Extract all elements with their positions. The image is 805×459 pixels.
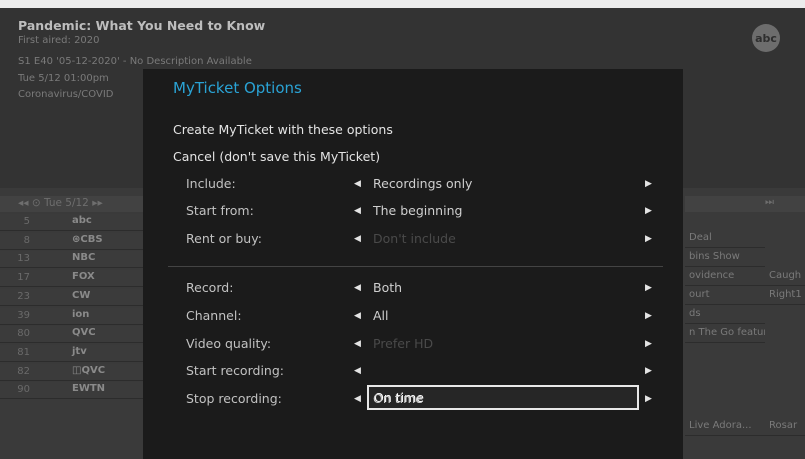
channel-number: 39 xyxy=(17,309,30,321)
channel-row[interactable]: 81 jtv xyxy=(0,344,145,362)
channel-logo: abc xyxy=(72,215,92,226)
guide-cell[interactable]: bins Show xyxy=(685,251,765,267)
arrow-right-icon[interactable]: ▶ xyxy=(645,394,652,404)
channel-logo: QVC xyxy=(72,327,96,339)
channel-logo: ion xyxy=(72,308,90,320)
program-airtime: Tue 5/12 01:00pm xyxy=(18,73,109,84)
channel-number: 23 xyxy=(17,290,30,302)
guide-cell[interactable]: Right1 xyxy=(765,289,805,305)
guide-cell[interactable]: n The Go featuring M xyxy=(685,327,765,343)
create-myticket-button[interactable]: Create MyTicket with these options xyxy=(173,122,393,137)
dialog-title: MyTicket Options xyxy=(173,79,302,97)
myticket-options-dialog: MyTicket Options Create MyTicket with th… xyxy=(143,69,683,459)
option-label: Stop recording: xyxy=(186,391,282,406)
program-title: Pandemic: What You Need to Know xyxy=(18,18,266,33)
option-label: Record: xyxy=(186,280,234,295)
guide-date: ◂◂ ⊙ Tue 5/12 ▸▸ xyxy=(18,197,103,209)
option-label: Start recording: xyxy=(186,363,284,378)
arrow-right-icon[interactable]: ▶ xyxy=(645,283,652,293)
arrow-left-icon[interactable]: ◀ xyxy=(354,206,361,216)
guide-cell[interactable]: ovidence xyxy=(685,270,765,286)
arrow-right-icon[interactable]: ▶ xyxy=(645,206,652,216)
program-first-aired: First aired: 2020 xyxy=(18,35,100,46)
option-value[interactable]: The beginning xyxy=(373,203,462,218)
guide-cell[interactable]: ourt xyxy=(685,289,765,305)
option-value[interactable]: On time xyxy=(373,391,423,406)
arrow-left-icon[interactable]: ◀ xyxy=(354,283,361,293)
channel-row[interactable]: 39 ion xyxy=(0,307,145,325)
option-value[interactable]: Prefer HD xyxy=(373,336,433,351)
arrow-right-icon[interactable]: ▶ xyxy=(645,339,652,349)
cancel-myticket-button[interactable]: Cancel (don't save this MyTicket) xyxy=(173,149,380,164)
channel-number: 5 xyxy=(23,216,30,227)
channel-number: 13 xyxy=(17,253,30,265)
channel-logo: NBC xyxy=(72,252,96,264)
channel-logo: FOX xyxy=(72,271,95,283)
option-value[interactable]: Both xyxy=(373,280,402,295)
channel-row[interactable]: 17 FOX xyxy=(0,270,145,288)
channel-logo: CW xyxy=(72,289,91,301)
guide-cell[interactable]: Caugh xyxy=(765,270,805,286)
arrow-right-icon[interactable]: ▶ xyxy=(645,179,652,189)
channel-number: 81 xyxy=(17,346,30,358)
channel-row[interactable]: 13 NBC xyxy=(0,251,145,269)
channel-logo: ◫QVC xyxy=(72,364,106,376)
program-episode: S1 E40 '05-12-2020' - No Description Ava… xyxy=(18,56,252,67)
option-value[interactable]: Recordings only xyxy=(373,176,472,191)
option-label: Rent or buy: xyxy=(186,231,262,246)
arrow-right-icon[interactable]: ▶ xyxy=(645,311,652,321)
channel-logo: EWTN xyxy=(72,383,106,395)
guide-cell[interactable]: Deal xyxy=(685,232,765,248)
channel-row[interactable]: 80 QVC xyxy=(0,326,145,344)
option-label: Video quality: xyxy=(186,336,272,351)
option-label: Include: xyxy=(186,176,236,191)
arrow-left-icon[interactable]: ◀ xyxy=(354,394,361,404)
options-divider xyxy=(168,266,663,267)
channel-row[interactable]: 90 EWTN xyxy=(0,382,145,400)
arrow-right-icon[interactable]: ▶ xyxy=(645,366,652,376)
channel-row[interactable]: 5 abc xyxy=(0,214,145,231)
channel-logo: jtv xyxy=(72,345,87,357)
channel-number: 8 xyxy=(23,234,30,246)
option-value[interactable]: Don't include xyxy=(373,231,456,246)
arrow-right-icon[interactable]: ▶ xyxy=(645,234,652,244)
top-band xyxy=(0,0,805,8)
guide-cell[interactable]: Rosar xyxy=(765,420,805,436)
guide-cell[interactable]: Live Adora... xyxy=(685,420,765,436)
option-label: Channel: xyxy=(186,308,242,323)
skip-icon[interactable]: ⏭ xyxy=(765,197,774,208)
arrow-left-icon[interactable]: ◀ xyxy=(354,311,361,321)
network-logo: abc xyxy=(752,24,780,52)
channel-row[interactable]: 23 CW xyxy=(0,288,145,306)
arrow-left-icon[interactable]: ◀ xyxy=(354,366,361,376)
option-value[interactable]: All xyxy=(373,308,389,323)
arrow-left-icon[interactable]: ◀ xyxy=(354,234,361,244)
arrow-left-icon[interactable]: ◀ xyxy=(354,179,361,189)
channel-number: 82 xyxy=(17,365,30,377)
guide-right-header: ⏭ xyxy=(685,196,805,212)
channel-row[interactable]: 82 ◫QVC xyxy=(0,363,145,381)
channel-row[interactable]: 8 ⊛CBS xyxy=(0,232,145,250)
channel-number: 80 xyxy=(17,328,30,340)
channel-logo: ⊛CBS xyxy=(72,233,103,245)
channel-number: 90 xyxy=(17,384,30,396)
arrow-left-icon[interactable]: ◀ xyxy=(354,339,361,349)
guide-cell[interactable]: ds xyxy=(685,308,765,324)
channel-number: 17 xyxy=(17,272,30,284)
option-label: Start from: xyxy=(186,203,254,218)
program-category: Coronavirus/COVID xyxy=(18,89,114,100)
